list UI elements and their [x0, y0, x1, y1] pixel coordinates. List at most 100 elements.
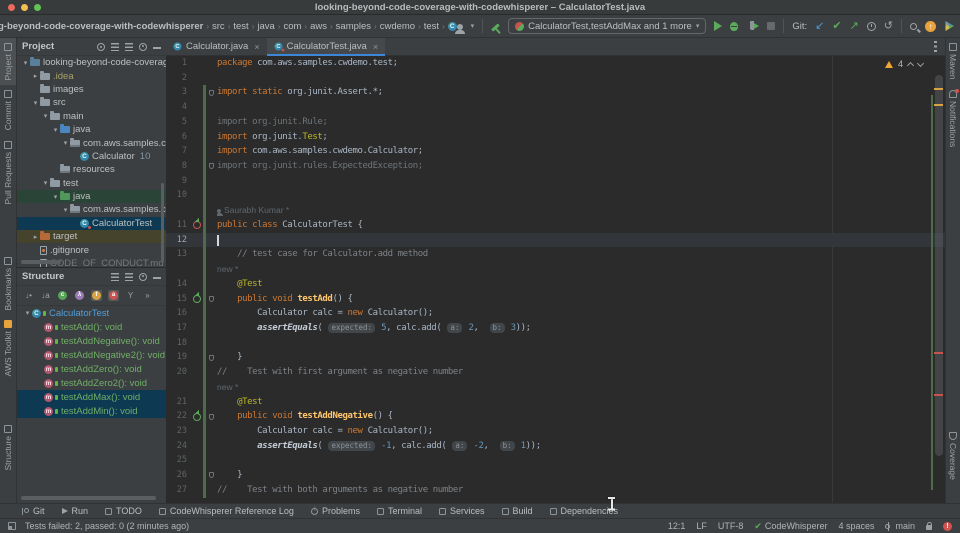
rerun-test-icon[interactable]	[192, 412, 201, 421]
code-line[interactable]: 8 import org.junit.rules.ExpectedExceptio…	[166, 159, 945, 174]
code-line[interactable]: 18	[166, 335, 945, 351]
tool-window-toggle-icon[interactable]	[8, 522, 16, 530]
code-line[interactable]: 4	[166, 100, 945, 115]
fold-marker-icon[interactable]	[206, 409, 217, 424]
close-tab-icon[interactable]: ×	[254, 42, 259, 52]
code-line[interactable]: 27 // Test with both arguments as negativ…	[166, 482, 945, 498]
expand-all-icon[interactable]	[111, 42, 119, 51]
structure-horizontal-scrollbar[interactable]	[21, 496, 156, 500]
tree-arrow-icon[interactable]: ▸	[31, 233, 40, 241]
inlay-row[interactable]: Saurabh Kumar *	[166, 203, 945, 218]
code-line[interactable]: 7 import com.aws.samples.cwdemo.Calculato…	[166, 144, 945, 160]
structure-item[interactable]: testAddMin(): void	[17, 404, 166, 418]
project-tree-item[interactable]: CalculatorTest	[17, 216, 166, 231]
editor-tab[interactable]: CalculatorTest.java ×	[266, 37, 386, 56]
structure-item[interactable]: ▾ CalculatorTest	[17, 306, 166, 320]
code-line[interactable]: 25	[166, 453, 945, 469]
line-ending-widget[interactable]: LF	[696, 521, 707, 531]
code-line[interactable]: 13 // test case for Calculator.add metho…	[166, 247, 945, 263]
project-tree-item[interactable]: ▾ java	[17, 189, 166, 204]
breadcrumb-item[interactable]: aws	[308, 21, 329, 32]
run-configuration-selector[interactable]: CalculatorTest,testAddMax and 1 more ▾	[508, 18, 707, 34]
git-update-icon[interactable]: ↙	[815, 20, 824, 32]
tree-arrow-icon[interactable]: ▸	[31, 72, 40, 80]
fold-marker-icon[interactable]	[206, 350, 217, 365]
code-line[interactable]: 12	[166, 232, 945, 248]
code-line[interactable]: 22 public void testAddNegative() {	[166, 409, 945, 424]
project-horizontal-scrollbar[interactable]	[21, 260, 61, 264]
expand-all-icon[interactable]	[111, 272, 119, 281]
structure-item[interactable]: testAddNegative(): void	[17, 334, 166, 348]
tree-arrow-icon[interactable]: ▾	[51, 126, 60, 134]
structure-item[interactable]: testAddZero(): void	[17, 362, 166, 376]
build-project-icon[interactable]	[491, 23, 500, 32]
filter-methods-icon[interactable]: Y	[125, 290, 136, 301]
code-line[interactable]: 14 @Test	[166, 276, 945, 292]
users-dropdown-icon[interactable]: ▾	[471, 22, 475, 30]
project-tree-item[interactable]: ▸ .idea	[17, 69, 166, 82]
sort-alphabetically-icon[interactable]: ↓a	[40, 290, 51, 301]
tool-window-button-run[interactable]: Run	[61, 506, 88, 516]
code-line[interactable]: 3 import static org.junit.Assert.*;	[166, 85, 945, 101]
code-line[interactable]: 2	[166, 71, 945, 86]
structure-item[interactable]: testAddZero2(): void	[17, 376, 166, 390]
git-branch-widget[interactable]: main	[885, 521, 915, 531]
plugin-icon[interactable]	[945, 21, 954, 31]
git-push-icon[interactable]: ↗	[850, 20, 859, 32]
sort-by-visibility-icon[interactable]: ↓•	[23, 290, 34, 301]
lock-icon[interactable]	[926, 522, 932, 530]
code-line[interactable]: 23 Calculator calc = new Calculator();	[166, 423, 945, 439]
breadcrumb-class-item[interactable]: CalculatorTest	[446, 21, 457, 32]
search-everywhere-icon[interactable]	[910, 22, 917, 30]
git-commit-icon[interactable]: ✔	[832, 20, 841, 32]
tool-window-button-todo[interactable]: TODO	[105, 506, 142, 516]
tree-arrow-icon[interactable]: ▾	[31, 99, 40, 107]
zoom-window-button[interactable]	[34, 4, 41, 11]
breadcrumb-item[interactable]: java	[255, 21, 276, 32]
tool-window-button-build[interactable]: Build	[501, 506, 533, 516]
breadcrumb-item[interactable]: test	[422, 21, 441, 32]
stripe-button-coverage[interactable]: Coverage	[948, 427, 958, 485]
debug-button[interactable]	[730, 21, 739, 31]
breadcrumb-item[interactable]: src	[210, 21, 227, 32]
minimize-window-button[interactable]	[21, 4, 28, 11]
code-line[interactable]: 11 public class CalculatorTest {	[166, 217, 945, 233]
run-test-gutter-icon[interactable]	[190, 218, 203, 233]
show-lambdas-icon[interactable]: λ	[74, 290, 85, 301]
tree-arrow-icon[interactable]: ▾	[23, 309, 32, 317]
structure-item[interactable]: testAddNegative2(): void	[17, 348, 166, 362]
caret-position-widget[interactable]: 12:1	[668, 521, 686, 531]
select-opened-file-icon[interactable]	[97, 42, 105, 51]
project-tree-item[interactable]: .gitignore	[17, 243, 166, 256]
scrollbar-thumb[interactable]	[935, 75, 943, 456]
breadcrumb-item[interactable]: test	[231, 21, 250, 32]
tab-options-icon[interactable]	[934, 41, 937, 52]
collapse-all-icon[interactable]	[125, 272, 133, 281]
show-classes-icon[interactable]: c	[57, 290, 68, 301]
structure-item[interactable]: testAdd(): void	[17, 320, 166, 334]
project-tree-item[interactable]: ▸ target	[17, 230, 166, 244]
show-fields-icon[interactable]: f	[91, 290, 102, 301]
breadcrumb-item[interactable]: g-beyond-code-coverage-with-codewhispere…	[0, 21, 205, 32]
show-anonymous-icon[interactable]: a	[108, 290, 119, 301]
stop-button[interactable]	[767, 22, 776, 30]
project-tree-item[interactable]: ▾ main	[17, 110, 166, 123]
stripe-button-aws-toolkit[interactable]: AWS Toolkit	[3, 315, 13, 381]
close-tab-icon[interactable]: ×	[373, 42, 378, 52]
tool-window-button-services[interactable]: Services	[438, 506, 485, 516]
project-tree-item[interactable]: ▾ src	[17, 96, 166, 109]
tool-window-button-git[interactable]: Git	[22, 506, 45, 516]
history-icon[interactable]	[866, 21, 876, 31]
rollback-icon[interactable]: ↺	[884, 20, 893, 32]
indent-widget[interactable]: 4 spaces	[838, 521, 874, 531]
code-line[interactable]: 26 }	[166, 468, 945, 483]
fold-marker-icon[interactable]	[206, 292, 217, 307]
code-line[interactable]: 17 assertEquals( expected: 5, calc.add( …	[166, 320, 945, 336]
breadcrumb-item[interactable]: samples	[334, 21, 373, 32]
codewhisperer-widget[interactable]: ✔ CodeWhisperer	[754, 521, 827, 532]
project-tree-item[interactable]: Calculator 10	[17, 150, 166, 163]
stripe-button-maven[interactable]: Maven	[948, 38, 958, 85]
editor-tab[interactable]: Calculator.java ×	[166, 38, 267, 56]
fold-marker-icon[interactable]	[206, 468, 217, 483]
tree-arrow-icon[interactable]: ▾	[41, 112, 50, 120]
